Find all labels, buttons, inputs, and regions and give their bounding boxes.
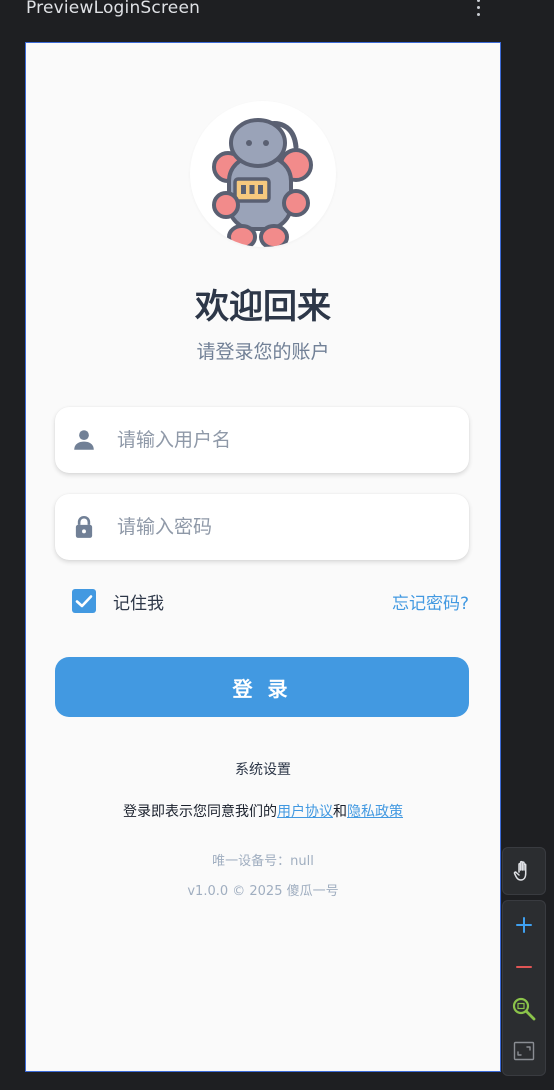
more-options-icon[interactable] bbox=[470, 0, 486, 18]
remember-me-toggle[interactable]: 记住我 bbox=[72, 587, 164, 615]
agreement-prefix: 登录即表示您同意我们的 bbox=[123, 804, 277, 820]
fit-screen-icon bbox=[513, 1041, 535, 1061]
zoom-reset-button[interactable] bbox=[503, 989, 545, 1029]
zoom-out-button[interactable] bbox=[503, 947, 545, 987]
avatar bbox=[190, 101, 336, 247]
username-input[interactable] bbox=[117, 407, 447, 473]
login-button[interactable]: 登 录 bbox=[55, 657, 469, 717]
remember-checkbox[interactable] bbox=[72, 589, 96, 613]
system-settings-link[interactable]: 系统设置 bbox=[235, 762, 291, 778]
hand-icon bbox=[513, 860, 527, 881]
preview-title: PreviewLoginScreen bbox=[26, 0, 201, 18]
login-screen: 欢迎回来 请登录您的账户 记住我 忘记密码? 登 录 系统设置 登录即表示您同意… bbox=[25, 42, 501, 1072]
welcome-subtitle: 请登录您的账户 bbox=[196, 341, 330, 363]
welcome-title: 欢迎回来 bbox=[195, 287, 331, 327]
username-field[interactable] bbox=[55, 407, 469, 473]
forgot-password-link[interactable]: 忘记密码? bbox=[392, 589, 469, 614]
fit-screen-button[interactable] bbox=[503, 1031, 545, 1071]
minus-icon bbox=[516, 966, 532, 968]
zoom-toolbar bbox=[502, 900, 546, 1076]
password-field[interactable] bbox=[55, 494, 469, 560]
remember-label: 记住我 bbox=[113, 593, 164, 614]
pan-tool-button[interactable] bbox=[502, 847, 546, 895]
agreement-text: 登录即表示您同意我们的用户协议和隐私政策 bbox=[26, 801, 500, 821]
zoom-in-button[interactable] bbox=[503, 905, 545, 945]
plus-icon bbox=[516, 917, 532, 933]
lock-icon bbox=[75, 515, 93, 538]
agreement-joiner: 和 bbox=[333, 804, 347, 820]
password-input[interactable] bbox=[117, 494, 447, 560]
device-id-text: 唯一设备号：null bbox=[212, 854, 314, 869]
version-text: v1.0.0 © 2025 傻瓜一号 bbox=[187, 884, 339, 899]
magnifier-icon bbox=[512, 997, 536, 1021]
terms-link[interactable]: 用户协议 bbox=[277, 804, 333, 820]
checkmark-icon bbox=[75, 595, 93, 608]
settings-row: 系统设置 bbox=[26, 759, 500, 779]
person-icon bbox=[74, 430, 94, 450]
robot-icon bbox=[212, 118, 313, 247]
privacy-link[interactable]: 隐私政策 bbox=[347, 804, 403, 820]
